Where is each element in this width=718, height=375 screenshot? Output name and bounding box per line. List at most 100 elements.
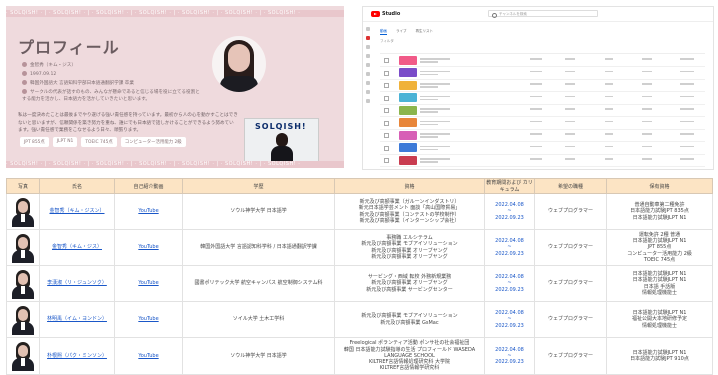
candidate-name-link[interactable]: 朴根熙（パク・ミンソン） [39,337,115,375]
video-meta-text [420,123,438,125]
video-meta-text [420,95,450,97]
col-name: 氏名 [39,178,115,194]
youtube-link[interactable]: YouTube [114,193,183,230]
video-thumbnail[interactable] [399,143,417,152]
candidate-table: 写真 氏名 自己紹介動画 学歴 資格 教育期間および カリキュラム 希望の職種 … [6,178,713,375]
qualification-line: 日本語能力試験JLPT N1 [632,214,687,221]
avatar [10,341,36,371]
video-thumbnail[interactable] [399,68,417,77]
studio-sidebar [363,22,373,169]
row-checkbox[interactable] [384,120,389,126]
video-meta-text [565,158,575,160]
video-meta-text [642,83,652,85]
sidebar-copyright-icon[interactable] [366,72,370,76]
video-meta-text [530,120,542,122]
video-meta-text [680,108,694,110]
table-row: 金智秀（キム・ジスン） YouTube ソウル神学大学 日本語学 新元及び高額事業（ガ… [6,193,713,230]
filter-button[interactable]: フィルタ [380,39,394,44]
video-row[interactable] [380,54,705,67]
video-row[interactable] [380,117,705,130]
tab-playlists[interactable]: 再生リスト [416,29,434,35]
row-checkbox[interactable] [384,108,389,113]
video-thumbnail[interactable] [399,55,417,65]
row-checkbox[interactable] [384,70,389,76]
video-camera-overlay: SOLQISH! [244,118,319,166]
row-checkbox[interactable] [384,133,389,138]
video-meta-text [420,136,438,138]
youtube-link[interactable]: YouTube [114,337,183,375]
video-thumbnail[interactable] [399,130,417,140]
video-row[interactable] [380,104,705,117]
video-row[interactable] [380,79,705,92]
video-meta-text [642,145,652,147]
video-meta-text [680,58,694,60]
video-row[interactable] [380,92,705,105]
col-education: 学歴 [182,178,335,194]
licenses-cell: Freelogical ポランティア活動 ポンサ社の社会福祉団 韓国 日本語能力試… [334,337,485,375]
sidebar-analytics-icon[interactable] [366,45,370,49]
profile-slide: · SOLQISH! · | · SOLQISH! · | · SOLQISH!… [6,6,344,168]
row-checkbox[interactable] [384,83,389,88]
profile-name-row: 金智秀（キム・ジス） [22,62,76,68]
tag-jpt: JPT 855点 [20,137,49,147]
job-cell: ウェブプログラマー [534,337,607,375]
sidebar-content-icon[interactable] [366,36,370,40]
period-line: 2022.09.23 [495,359,524,366]
avatar [10,197,36,227]
period-line: 2022.09.23 [495,286,524,293]
education-cell: ソウル神学大学 日本語学 [182,193,335,230]
qualifications-cell: 日本語能力試験JLPT N1 日本語能力試験JPT 910点 [606,337,713,375]
education-cell: 韓国外国語大学 言語認知科学科 / 日本語通翻訳学課 [182,229,335,266]
video-thumbnail[interactable] [399,80,417,90]
candidate-name-link[interactable]: 林明禹（イム・ヨンドン） [39,301,115,338]
video-row[interactable] [380,67,705,80]
sidebar-comments-icon[interactable] [366,54,370,58]
row-checkbox[interactable] [384,95,389,101]
video-row[interactable] [380,154,705,167]
video-meta-text [642,58,652,60]
video-meta-text [420,61,438,63]
video-thumbnail[interactable] [399,118,417,127]
search-icon [492,12,497,18]
profile-school-row: 韓国外国語大 言語知科学部日本語通翻訳学課 卒業 [22,80,134,86]
video-row[interactable] [380,142,705,155]
video-meta-text [565,58,575,60]
video-thumbnail[interactable] [399,93,417,102]
sidebar-customize-icon[interactable] [366,90,370,94]
video-meta-text [420,120,450,122]
person-icon [22,62,27,67]
video-meta-text [605,133,613,135]
table-row: 朴根熙（パク・ミンソン） YouTube ソウル神学大学 日本語学 Freelogic… [6,337,713,375]
sidebar-audio-icon[interactable] [366,99,370,103]
video-meta-text [642,158,652,160]
tab-live[interactable]: ライブ [396,29,407,35]
video-thumbnail[interactable] [399,155,417,165]
video-meta-text [530,133,542,135]
tab-videos[interactable]: 動画 [380,29,387,35]
video-meta-text [680,95,694,97]
row-checkbox[interactable] [384,58,389,63]
candidate-name-link[interactable]: 金智秀（キム・ジス） [39,229,115,266]
youtube-link[interactable]: YouTube [114,229,183,266]
sidebar-subtitles-icon[interactable] [366,63,370,67]
row-checkbox[interactable] [384,145,389,151]
education-cell: 國書ポリテック大学 航空キャンパス 航空制御システム科 [182,265,335,302]
studio-tabs: 動画 ライブ 再生リスト [380,29,433,35]
video-meta-text [530,145,542,147]
sidebar-earn-icon[interactable] [366,81,370,85]
profile-title: プロフィール [18,38,120,57]
candidate-name-link[interactable]: 李漢淑（リ・ジュンソク） [39,265,115,302]
sidebar-dashboard-icon[interactable] [366,27,370,31]
youtube-logo-icon[interactable] [371,11,380,17]
youtube-link[interactable]: YouTube [114,301,183,338]
video-meta-text [605,58,613,60]
video-meta-text [605,145,613,147]
studio-search-input[interactable]: チャンネルを検索 [488,10,598,18]
video-meta-text [530,108,542,110]
col-job: 希望の職種 [534,178,607,194]
row-checkbox[interactable] [384,158,389,163]
youtube-link[interactable]: YouTube [114,265,183,302]
video-thumbnail[interactable] [399,105,417,115]
candidate-name-link[interactable]: 金智秀（キム・ジスン） [39,193,115,230]
video-row[interactable] [380,129,705,142]
